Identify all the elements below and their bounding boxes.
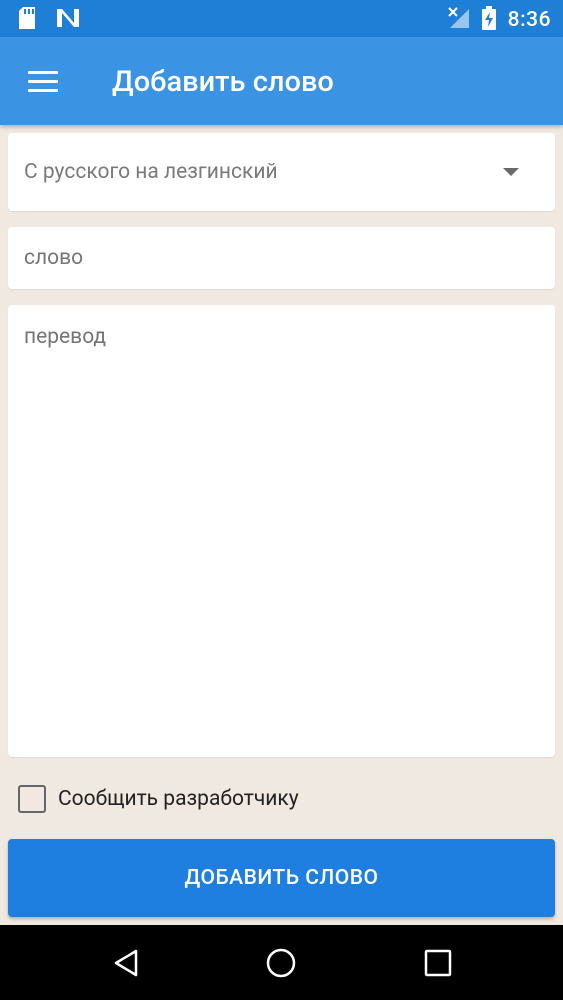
translation-input[interactable] <box>8 305 555 757</box>
back-icon[interactable] <box>110 947 142 979</box>
direction-spinner[interactable]: С русского на лезгинский <box>8 133 555 211</box>
add-word-button-label: ДОБАВИТЬ СЛОВО <box>184 866 379 890</box>
notify-developer-checkbox-row[interactable]: Сообщить разработчику <box>18 784 299 814</box>
sd-card-icon <box>18 7 36 33</box>
page-title: Добавить слово <box>112 65 334 99</box>
add-word-button[interactable]: ДОБАВИТЬ СЛОВО <box>8 839 555 917</box>
status-time: 8:36 <box>507 8 551 32</box>
battery-charging-icon <box>481 6 496 34</box>
word-field-container <box>8 227 555 289</box>
n-notification-icon <box>56 8 80 32</box>
direction-selected-value: С русского на лезгинский <box>24 160 278 184</box>
app-bar: Добавить слово <box>0 37 563 125</box>
notify-developer-label: Сообщить разработчику <box>58 787 299 811</box>
status-bar: 8:36 <box>0 0 563 37</box>
notify-developer-checkbox[interactable] <box>18 785 46 813</box>
recents-icon[interactable] <box>422 947 454 979</box>
no-signal-icon <box>447 7 470 33</box>
hamburger-menu-icon[interactable] <box>20 63 68 99</box>
translation-field-container <box>8 305 555 757</box>
dropdown-arrow-icon <box>503 168 519 176</box>
home-icon[interactable] <box>265 947 297 979</box>
word-input[interactable] <box>8 227 555 289</box>
navigation-bar <box>0 925 563 1000</box>
